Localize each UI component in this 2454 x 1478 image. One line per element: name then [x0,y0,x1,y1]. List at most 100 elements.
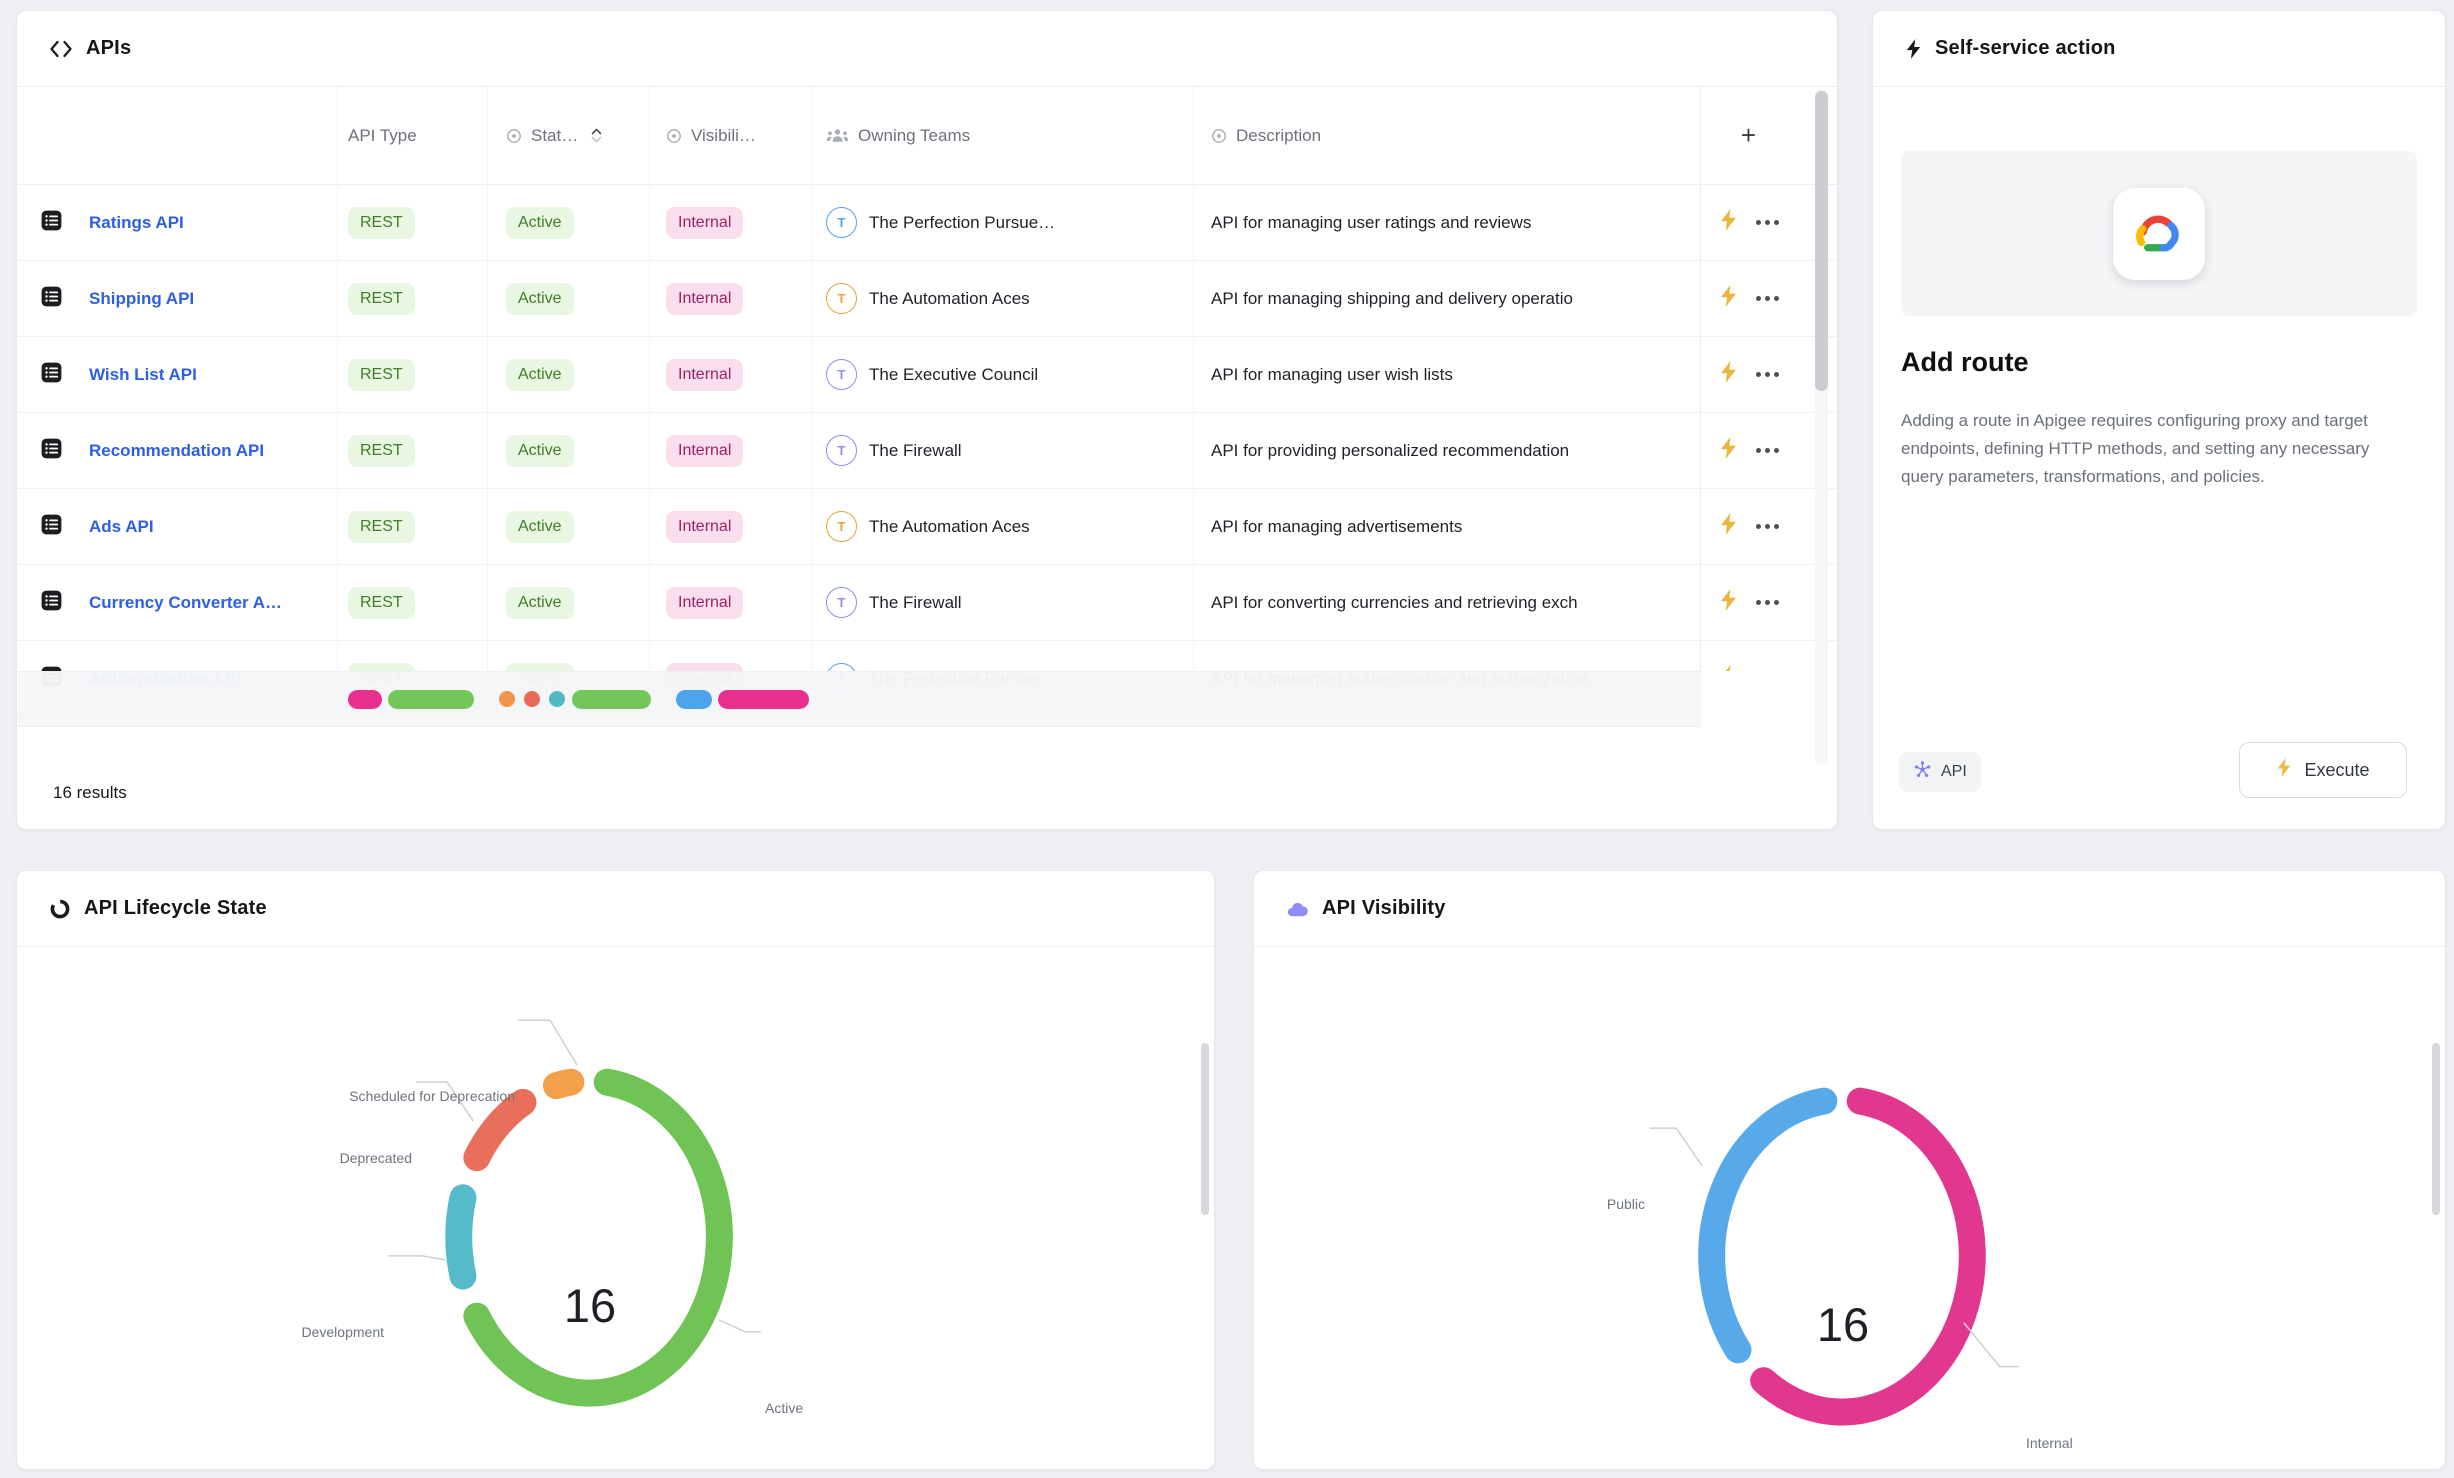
api-title-link[interactable]: Wish List API [89,365,197,385]
table-row[interactable]: Recommendation API REST Active Internal … [17,413,1837,489]
api-description: API for managing shipping and delivery o… [1211,289,1573,309]
donut-segment-scheduled-for-deprecation[interactable] [556,1082,570,1085]
api-description: API for managing user wish lists [1211,365,1453,385]
table-header-row: Title API Type Stat… Visibili… Owni [17,87,1837,185]
execute-bolt-icon [2276,757,2292,783]
column-header-owning-teams[interactable]: Owning Teams [812,87,1194,184]
execute-button[interactable]: Execute [2239,742,2407,798]
api-title-link[interactable]: Recommendation API [89,441,264,461]
table-entity-icon [39,208,64,238]
team-avatar: T [826,207,857,238]
visibility-donut-chart[interactable] [1254,871,2445,1471]
plus-icon: + [1741,120,1756,151]
team-name[interactable]: The Firewall [869,441,962,461]
status-badge: Active [506,283,574,315]
execute-label: Execute [2304,760,2369,781]
property-icon [1211,128,1227,144]
team-avatar: T [826,359,857,390]
run-action-bolt-icon[interactable] [1719,284,1738,313]
api-description: API for managing user ratings and review… [1211,213,1531,233]
api-lifecycle-chart-panel: API Lifecycle State Scheduled for Deprec… [16,870,1215,1470]
add-column-button[interactable]: + [1701,87,1796,184]
api-title-link[interactable]: Currency Converter A… [89,593,282,613]
api-title-link[interactable]: Ratings API [89,213,184,233]
leader-line [518,1020,577,1065]
mini-chart-pill [676,690,712,709]
action-panel-title: Self-service action [1935,37,2116,60]
status-badge: Active [506,207,574,239]
column-header-visibility[interactable]: Visibili… [650,87,812,184]
row-menu-button[interactable] [1756,296,1779,301]
segment-label-development: Development [302,1324,385,1340]
team-name[interactable]: The Automation Aces [869,289,1030,309]
mini-chart-pill [718,690,809,709]
column-header-title[interactable]: Title [89,87,338,184]
row-menu-button[interactable] [1756,524,1779,529]
team-avatar: T [826,283,857,314]
table-entity-icon [39,284,64,314]
row-entity-icon-cell [17,185,89,260]
api-type-badge: REST [348,283,415,315]
table-row[interactable]: Ratings API REST Active Internal T The P… [17,185,1837,261]
team-avatar: T [826,511,857,542]
segment-label-active: Active [765,1400,803,1416]
self-service-action-panel: Self-service action Add route Adding a r… [1872,10,2446,830]
row-menu-button[interactable] [1756,600,1779,605]
mini-chart-dot [549,691,565,707]
table-entity-icon [39,436,64,466]
run-action-bolt-icon[interactable] [1719,360,1738,389]
table-row[interactable]: Shipping API REST Active Internal T The … [17,261,1837,337]
segment-label-scheduled-for-deprecation: Scheduled for Deprecation [349,1088,515,1104]
table-rows-viewport[interactable]: Ratings API REST Active Internal T The P… [17,185,1837,729]
run-action-bolt-icon[interactable] [1719,588,1738,617]
table-entity-icon [39,588,64,618]
run-action-bolt-icon[interactable] [1719,436,1738,465]
status-badge: Active [506,435,574,467]
table-entity-icon [39,512,64,542]
row-menu-button[interactable] [1756,220,1779,225]
action-panel-header: Self-service action [1873,11,2445,87]
table-entity-icon [39,360,64,390]
row-entity-icon-cell [17,337,89,412]
code-icon [49,38,73,60]
team-name[interactable]: The Executive Council [869,365,1038,385]
api-title-link[interactable]: Shipping API [89,289,194,309]
donut-segment-active[interactable] [477,1082,720,1393]
row-entity-icon-cell [17,565,89,640]
visibility-badge: Internal [666,359,743,391]
sort-toggle[interactable] [590,128,603,143]
row-entity-icon-cell [17,489,89,564]
row-menu-button[interactable] [1756,372,1779,377]
row-entity-icon-cell [17,413,89,488]
run-action-bolt-icon[interactable] [1719,512,1738,541]
lifecycle-donut-chart[interactable] [17,871,1214,1471]
row-menu-button[interactable] [1756,448,1779,453]
api-title-link[interactable]: Ads API [89,517,154,537]
donut-segment-development[interactable] [459,1198,463,1276]
column-header-description[interactable]: Description [1194,87,1701,184]
column-header-api-type[interactable]: API Type [338,87,488,184]
leader-line [388,1256,445,1260]
action-description: Adding a route in Apigee requires config… [1901,407,2415,491]
status-badge: Active [506,359,574,391]
table-row[interactable]: Wish List API REST Active Internal T The… [17,337,1837,413]
team-name[interactable]: The Automation Aces [869,517,1030,537]
column-header-status[interactable]: Stat… [488,87,650,184]
visibility-badge: Internal [666,435,743,467]
table-row[interactable]: Ads API REST Active Internal T The Autom… [17,489,1837,565]
table-row[interactable]: Currency Converter A… REST Active Intern… [17,565,1837,641]
team-name[interactable]: The Firewall [869,593,962,613]
run-action-bolt-icon[interactable] [1719,208,1738,237]
row-entity-icon-cell [17,261,89,336]
mini-chart-pill [388,690,474,709]
property-icon [506,128,522,144]
panel-scrollbar-thumb[interactable] [1201,1043,1209,1215]
panel-scrollbar-thumb[interactable] [2432,1043,2440,1215]
leader-line [719,1320,761,1332]
vertical-scrollbar-thumb[interactable] [1815,91,1828,391]
visibility-badge: Internal [666,587,743,619]
donut-segment-internal[interactable] [1764,1101,1973,1412]
donut-segment-deprecated[interactable] [477,1102,523,1157]
lifecycle-chart-body: Scheduled for Deprecation Deprecated Dev… [17,947,1214,1469]
team-name[interactable]: The Perfection Pursue… [869,213,1055,233]
